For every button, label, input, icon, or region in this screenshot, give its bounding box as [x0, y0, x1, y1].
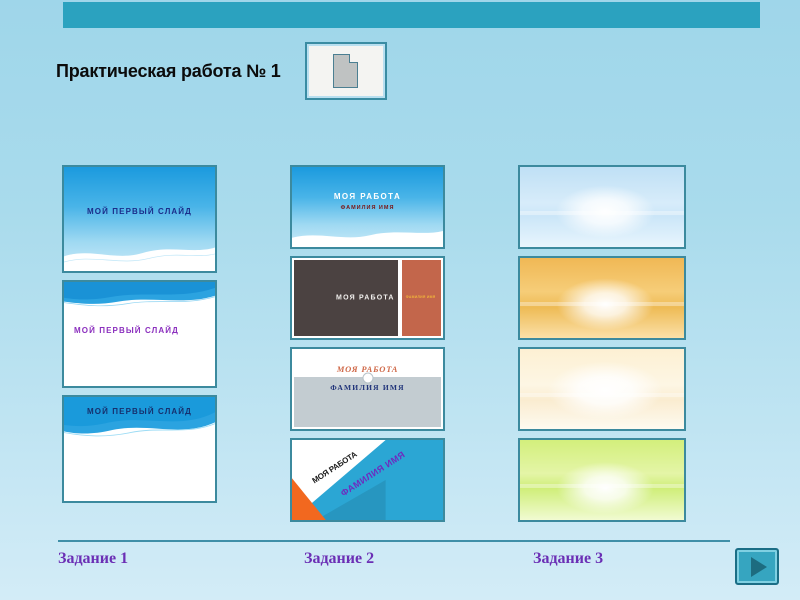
footer-label-task-2: Задание 2: [304, 550, 375, 567]
highlight-band: [520, 302, 684, 306]
slide-subtitle-text: ФАМИЛИЯ ИМЯ: [330, 382, 405, 392]
slide-gradient-blue[interactable]: [518, 165, 686, 249]
slide-title-text: МОЯ РАБОТА: [333, 191, 402, 201]
slide-title-text: МОЙ ПЕРВЫЙ СЛАЙД: [87, 206, 192, 216]
wave-shape-icon: [64, 282, 215, 307]
highlight-band: [520, 211, 684, 215]
highlight-band: [520, 484, 684, 488]
slide-subtitle-text: ФАМИЛИЯ ИМЯ: [405, 294, 436, 299]
slide-title-text: МОЯ РАБОТА: [336, 294, 395, 302]
slide-gradient-green[interactable]: [518, 438, 686, 522]
slide-background: [520, 349, 684, 429]
top-banner-bar: [63, 2, 760, 28]
slide-blue-title[interactable]: МОЯ РАБОТА ФАМИЛИЯ ИМЯ: [290, 165, 445, 249]
document-page-glyph: [333, 54, 359, 88]
slide-title-text: МОЙ ПЕРВЫЙ СЛАЙД: [87, 407, 192, 417]
title-row: Практическая работа № 1: [56, 42, 387, 100]
slide-gradient-orange[interactable]: [518, 256, 686, 340]
wave-shape-icon: [64, 397, 215, 437]
wave-shape-icon: [64, 247, 215, 271]
wave-shape-icon: [292, 231, 443, 247]
footer-divider: [58, 540, 730, 542]
slide-title-text: МОЙ ПЕРВЫЙ СЛАЙД: [74, 325, 179, 335]
slide-background: [520, 440, 684, 520]
highlight-band: [520, 393, 684, 397]
slide-blue-gradient-wave[interactable]: МОЙ ПЕРВЫЙ СЛАЙД: [62, 165, 217, 273]
footer-label-task-3: Задание 3: [533, 550, 604, 567]
slide-subtitle-text: ФАМИЛИЯ ИМЯ: [340, 204, 395, 211]
slide-white-top-band[interactable]: МОЙ ПЕРВЫЙ СЛАЙД: [62, 280, 217, 388]
column-task-3: [518, 165, 686, 529]
slide-diagonal-cyan[interactable]: МОЯ РАБОТА ФАМИЛИЯ ИМЯ: [290, 438, 445, 522]
column-task-2: МОЯ РАБОТА ФАМИЛИЯ ИМЯ МОЯ РАБОТА ФАМИЛИ…: [290, 165, 445, 529]
next-arrow-button[interactable]: [735, 548, 779, 585]
slide-blue-band-header[interactable]: МОЙ ПЕРВЫЙ СЛАЙД: [62, 395, 217, 503]
footer-label-task-1: Задание 1: [58, 550, 129, 567]
page-title: Практическая работа № 1: [56, 60, 281, 81]
slide-background: [520, 167, 684, 247]
document-icon[interactable]: [304, 42, 387, 100]
slide-canvas: { "header": { "title": "Практическая раб…: [0, 0, 800, 600]
play-triangle-icon: [751, 556, 767, 577]
footer-labels: Задание 1 Задание 2 Задание 3: [0, 550, 800, 580]
slide-brown-strip[interactable]: МОЯ РАБОТА ФАМИЛИЯ ИМЯ: [290, 256, 445, 340]
slide-gray-serif[interactable]: МОЯ РАБОТА ФАМИЛИЯ ИМЯ: [290, 347, 445, 431]
column-task-1: МОЙ ПЕРВЫЙ СЛАЙД МОЙ ПЕРВЫЙ СЛАЙД МОЙ ПЕ…: [62, 165, 217, 510]
slide-gradient-cream[interactable]: [518, 347, 686, 431]
slide-background: [520, 258, 684, 338]
